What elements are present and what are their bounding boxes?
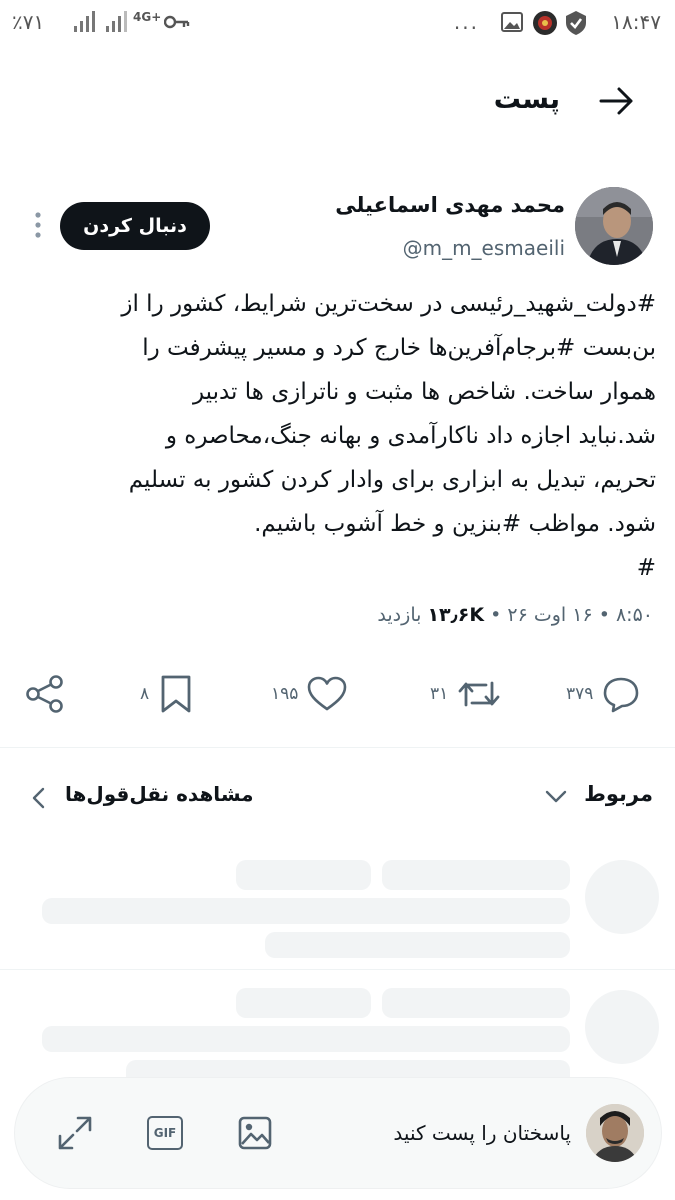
like-count: ۱۹۵ (271, 684, 299, 704)
skeleton-line (382, 988, 570, 1018)
skeleton-line (236, 988, 371, 1018)
repost-count: ۳۱ (430, 684, 449, 704)
gif-label: GIF (153, 1126, 177, 1140)
tweet-line: # (636, 555, 656, 581)
skeleton-line (236, 860, 371, 890)
skeleton-line (382, 860, 570, 890)
view-quotes-link[interactable]: مشاهده نقل‌قول‌ها (65, 782, 254, 806)
vertical-dots-icon[interactable] (31, 210, 45, 240)
tweet-line: بن‌بست #برجام‌آفرین‌ها خارج کرد و مسیر پ… (142, 335, 656, 361)
speech-bubble-icon (604, 677, 639, 713)
divider (0, 969, 675, 970)
tweet-line: شد.نباید اجازه داد ناکارآمدی و بهانه جنگ… (165, 423, 656, 449)
signal-icon-2 (106, 11, 127, 32)
author-name[interactable]: محمد مهدی اسماعیلی (335, 193, 565, 217)
post-meta: ۸:۵۰ • ۱۶ اوت ۲۶ • ۱۳٫۶K بازدید (377, 604, 653, 626)
related-dropdown[interactable]: مربوط (584, 782, 653, 806)
app-notification-icon (533, 11, 557, 35)
share-action[interactable] (24, 672, 66, 716)
reply-action[interactable]: ۳۷۹ (566, 672, 641, 716)
post-time: ۸:۵۰ (615, 604, 653, 626)
reply-count: ۳۷۹ (566, 684, 594, 704)
author-handle[interactable]: @m_m_esmaeili (403, 236, 565, 260)
divider (0, 747, 675, 748)
skeleton-avatar (585, 990, 659, 1064)
bookmark-count: ۸ (140, 684, 150, 704)
heart-icon (308, 676, 347, 711)
person-photo-icon (575, 187, 653, 265)
bookmark-icon (161, 675, 191, 713)
status-bar: ۱۸:۴۷ ... ٪۷۱ 4G+ (0, 0, 675, 48)
battery-percent: ٪۷۱ (12, 10, 45, 34)
views-label: بازدید (377, 604, 422, 626)
expand-icon[interactable] (56, 1114, 94, 1152)
like-action[interactable]: ۱۹۵ (271, 672, 348, 716)
tweet-line: شود. مواظب #بنزین و خط آشوب باشیم. (254, 511, 656, 537)
meta-separator: • (598, 604, 610, 626)
page-title: پست (493, 84, 560, 115)
share-nodes-icon (26, 675, 63, 713)
skeleton-line (42, 898, 570, 924)
repost-arrows-icon (458, 681, 500, 707)
tweet-line: هموار ساخت. شاخص ها مثبت و ناترازی ها تد… (192, 379, 656, 405)
image-notification-icon (501, 12, 523, 32)
views-count: ۱۳٫۶K (427, 604, 485, 626)
skeleton-line (265, 932, 570, 958)
bookmark-action[interactable]: ۸ (140, 672, 193, 716)
status-time: ۱۸:۴۷ (611, 10, 661, 34)
gif-button[interactable]: GIF (147, 1116, 183, 1150)
skeleton-line (42, 1026, 570, 1052)
post-date: ۱۶ اوت ۲۶ (507, 604, 593, 626)
vpn-key-icon (164, 15, 190, 29)
shield-check-icon (566, 11, 586, 35)
tweet-text: #دولت_شهید_رئیسی در سخت‌ترین شرایط، کشور… (22, 282, 656, 590)
author-avatar[interactable] (575, 187, 653, 265)
user-avatar (586, 1104, 644, 1162)
repost-action[interactable]: ۳۱ (430, 672, 502, 716)
tweet-line: #دولت_شهید_رئیسی در سخت‌ترین شرایط، کشور… (121, 291, 656, 317)
arrow-right-icon[interactable] (599, 86, 635, 116)
reply-input[interactable]: پاسختان را پست کنید (393, 1121, 571, 1145)
chevron-left-icon[interactable] (30, 786, 48, 810)
person-photo-icon (586, 1104, 644, 1162)
status-more: ... (453, 10, 479, 34)
follow-button[interactable]: دنبال کردن (60, 202, 210, 250)
network-type: 4G+ (133, 10, 162, 24)
image-icon[interactable] (236, 1114, 274, 1152)
signal-icon (74, 11, 95, 32)
skeleton-avatar (585, 860, 659, 934)
meta-separator: • (490, 604, 502, 626)
chevron-down-icon[interactable] (543, 786, 569, 806)
tweet-line: تحریم، تبدیل به ابزاری برای وادار کردن ک… (128, 467, 656, 493)
